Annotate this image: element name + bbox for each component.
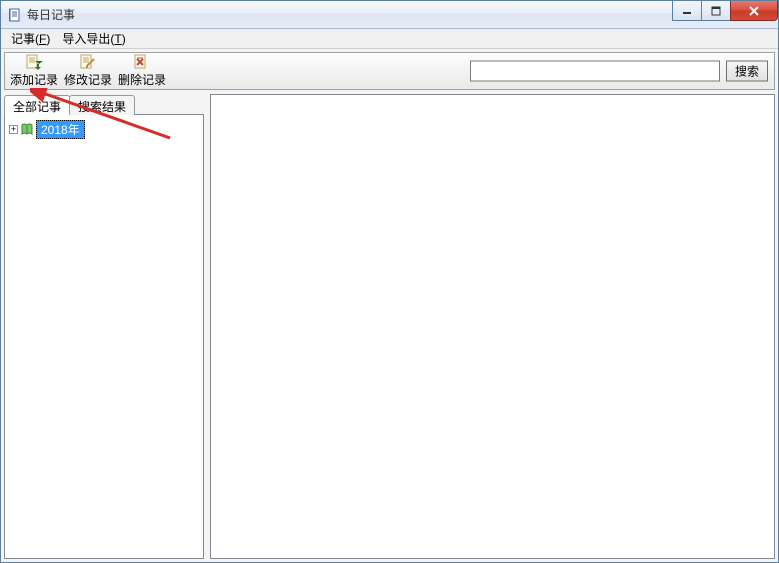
delete-record-label: 删除记录 [118,71,166,88]
menu-import-export[interactable]: 导入导出(T) [56,28,131,49]
content-panel[interactable] [210,94,775,559]
window-controls [673,1,778,21]
tree-item-label: 2018年 [36,120,85,139]
tree-view[interactable]: + 2018年 [4,114,204,559]
document-delete-icon [133,54,151,70]
search-button[interactable]: 搜索 [726,61,768,82]
document-edit-icon [79,54,97,70]
menubar: 记事(F) 导入导出(T) [1,29,778,49]
tab-all-diary[interactable]: 全部记事 [4,95,70,115]
add-record-label: 添加记录 [10,71,58,88]
notebook-icon [7,7,23,23]
window-title: 每日记事 [27,6,75,23]
minimize-icon [682,6,692,16]
tabs: 全部记事 搜索结果 [4,94,204,114]
client-area: 添加记录 修改记录 [1,49,778,562]
expand-icon[interactable]: + [9,125,18,134]
document-add-icon [25,54,43,70]
minimize-button[interactable] [672,1,702,21]
search-area: 搜索 [470,61,768,82]
close-button[interactable] [730,1,778,21]
menu-diary[interactable]: 记事(F) [5,28,56,49]
tab-search-results[interactable]: 搜索结果 [69,95,135,115]
book-icon [20,122,34,136]
edit-record-label: 修改记录 [64,71,112,88]
app-window: 每日记事 记事(F) 导入导出(T) [0,0,779,563]
titlebar[interactable]: 每日记事 [1,1,778,29]
body-area: 全部记事 搜索结果 + 2018年 [4,94,775,559]
close-icon [748,6,760,16]
left-panel: 全部记事 搜索结果 + 2018年 [4,94,204,559]
edit-record-button[interactable]: 修改记录 [61,54,115,88]
search-input[interactable] [470,61,720,82]
maximize-icon [711,6,721,16]
delete-record-button[interactable]: 删除记录 [115,54,169,88]
tree-item[interactable]: + 2018年 [9,121,199,137]
add-record-button[interactable]: 添加记录 [7,54,61,88]
toolbar: 添加记录 修改记录 [4,52,775,90]
maximize-button[interactable] [701,1,731,21]
